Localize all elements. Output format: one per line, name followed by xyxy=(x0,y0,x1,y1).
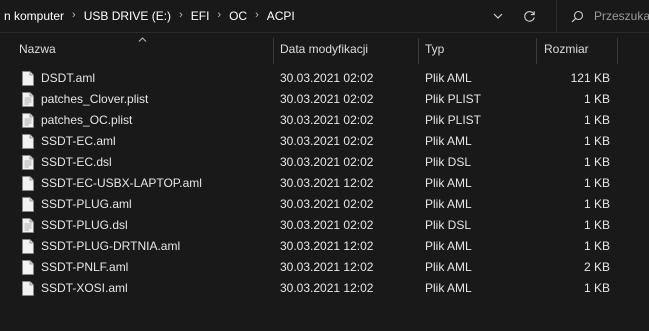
file-type: Plik DSL xyxy=(425,155,472,169)
search-box[interactable]: Przeszukaj: ACPI xyxy=(556,0,649,32)
column-header-date[interactable]: Data modyfikacji xyxy=(280,33,368,65)
file-name: SSDT-XOSI.aml xyxy=(41,281,128,295)
file-size: 1 KB xyxy=(583,155,610,169)
file-date: 30.03.2021 12:02 xyxy=(280,239,374,253)
breadcrumb-chevron-icon[interactable]: › xyxy=(68,9,80,21)
file-name: DSDT.aml xyxy=(41,71,96,85)
breadcrumb-item-computer[interactable]: n komputer xyxy=(0,9,68,23)
file-date: 30.03.2021 02:02 xyxy=(280,92,374,106)
column-resize-handle[interactable] xyxy=(536,38,537,64)
file-size: 1 KB xyxy=(583,92,610,106)
address-history-dropdown[interactable] xyxy=(491,9,505,23)
file-name: SSDT-EC-USBX-LAPTOP.aml xyxy=(41,176,202,190)
file-row[interactable]: SSDT-XOSI.aml 30.03.2021 12:02 Plik AML … xyxy=(0,278,649,299)
breadcrumb-chevron-icon[interactable]: › xyxy=(251,9,263,21)
file-icon xyxy=(22,176,34,191)
file-size: 1 KB xyxy=(583,113,610,127)
search-icon xyxy=(571,9,584,23)
file-name: SSDT-PLUG.dsl xyxy=(41,218,128,232)
file-icon xyxy=(22,113,34,128)
file-size: 2 KB xyxy=(583,260,610,274)
file-type: Plik AML xyxy=(425,281,472,295)
file-row[interactable]: SSDT-EC-USBX-LAPTOP.aml 30.03.2021 12:02… xyxy=(0,173,649,194)
file-row[interactable]: SSDT-PLUG.aml 30.03.2021 02:02 Plik AML … xyxy=(0,194,649,215)
column-header-name[interactable]: Nazwa xyxy=(19,33,56,65)
file-date: 30.03.2021 02:02 xyxy=(280,71,374,85)
file-icon xyxy=(22,260,34,275)
file-size: 1 KB xyxy=(583,134,610,148)
file-icon xyxy=(22,197,34,212)
file-name: patches_OC.plist xyxy=(41,113,133,127)
column-header-size[interactable]: Rozmiar xyxy=(544,33,589,65)
breadcrumb-item-oc[interactable]: OC xyxy=(225,9,251,23)
column-header-row: Nazwa Data modyfikacji Typ Rozmiar xyxy=(0,33,649,65)
file-type: Plik AML xyxy=(425,260,472,274)
file-list: DSDT.aml 30.03.2021 02:02 Plik AML 121 K… xyxy=(0,68,649,299)
file-type: Plik AML xyxy=(425,71,472,85)
file-type: Plik AML xyxy=(425,134,472,148)
file-date: 30.03.2021 02:02 xyxy=(280,134,374,148)
file-name: SSDT-PNLF.aml xyxy=(41,260,129,274)
file-type: Plik PLIST xyxy=(425,113,482,127)
file-size: 1 KB xyxy=(583,281,610,295)
chevron-down-icon xyxy=(493,13,503,19)
file-date: 30.03.2021 02:02 xyxy=(280,197,374,211)
file-type: Plik AML xyxy=(425,197,472,211)
file-icon xyxy=(22,281,34,296)
address-bar[interactable]: n komputer › USB DRIVE (E:) › EFI › OC ›… xyxy=(0,0,545,32)
breadcrumb: n komputer › USB DRIVE (E:) › EFI › OC ›… xyxy=(0,0,299,32)
file-icon xyxy=(22,71,34,86)
column-header-type[interactable]: Typ xyxy=(425,33,444,65)
column-resize-handle[interactable] xyxy=(273,38,274,64)
sort-ascending-icon xyxy=(138,34,147,45)
file-row[interactable]: SSDT-EC.aml 30.03.2021 02:02 Plik AML 1 … xyxy=(0,131,649,152)
refresh-icon xyxy=(523,10,535,22)
refresh-button[interactable] xyxy=(518,6,540,26)
file-row[interactable]: patches_OC.plist 30.03.2021 02:02 Plik P… xyxy=(0,110,649,131)
file-date: 30.03.2021 12:02 xyxy=(280,260,374,274)
file-size: 1 KB xyxy=(583,239,610,253)
file-size: 1 KB xyxy=(583,176,610,190)
file-date: 30.03.2021 02:02 xyxy=(280,113,374,127)
file-row[interactable]: SSDT-EC.dsl 30.03.2021 02:02 Plik DSL 1 … xyxy=(0,152,649,173)
file-icon xyxy=(22,239,34,254)
file-size: 1 KB xyxy=(583,218,610,232)
column-resize-handle[interactable] xyxy=(617,38,618,64)
file-type: Plik AML xyxy=(425,176,472,190)
file-name: SSDT-EC.dsl xyxy=(41,155,112,169)
file-size: 121 KB xyxy=(570,71,610,85)
file-date: 30.03.2021 12:02 xyxy=(280,281,374,295)
column-resize-handle[interactable] xyxy=(418,38,419,64)
file-type: Plik DSL xyxy=(425,218,472,232)
file-icon xyxy=(22,134,34,149)
file-date: 30.03.2021 02:02 xyxy=(280,155,374,169)
file-name: patches_Clover.plist xyxy=(41,92,149,106)
file-row[interactable]: DSDT.aml 30.03.2021 02:02 Plik AML 121 K… xyxy=(0,68,649,89)
file-row[interactable]: SSDT-PLUG.dsl 30.03.2021 02:02 Plik DSL … xyxy=(0,215,649,236)
breadcrumb-item-efi[interactable]: EFI xyxy=(187,9,214,23)
file-name: SSDT-EC.aml xyxy=(41,134,116,148)
file-type: Plik AML xyxy=(425,239,472,253)
breadcrumb-item-acpi[interactable]: ACPI xyxy=(263,9,299,23)
breadcrumb-chevron-icon[interactable]: › xyxy=(213,9,225,21)
file-row[interactable]: SSDT-PLUG-DRTNIA.aml 30.03.2021 12:02 Pl… xyxy=(0,236,649,257)
file-name: SSDT-PLUG-DRTNIA.aml xyxy=(41,239,181,253)
file-size: 1 KB xyxy=(583,197,610,211)
file-row[interactable]: patches_Clover.plist 30.03.2021 02:02 Pl… xyxy=(0,89,649,110)
breadcrumb-chevron-icon[interactable]: › xyxy=(175,9,187,21)
file-icon xyxy=(22,92,34,107)
breadcrumb-item-usb-drive[interactable]: USB DRIVE (E:) xyxy=(80,9,175,23)
file-name: SSDT-PLUG.aml xyxy=(41,197,132,211)
file-icon xyxy=(22,155,34,170)
file-row[interactable]: SSDT-PNLF.aml 30.03.2021 12:02 Plik AML … xyxy=(0,257,649,278)
file-icon xyxy=(22,218,34,233)
file-date: 30.03.2021 02:02 xyxy=(280,218,374,232)
file-date: 30.03.2021 12:02 xyxy=(280,176,374,190)
file-type: Plik PLIST xyxy=(425,92,482,106)
search-input[interactable]: Przeszukaj: ACPI xyxy=(594,9,649,23)
